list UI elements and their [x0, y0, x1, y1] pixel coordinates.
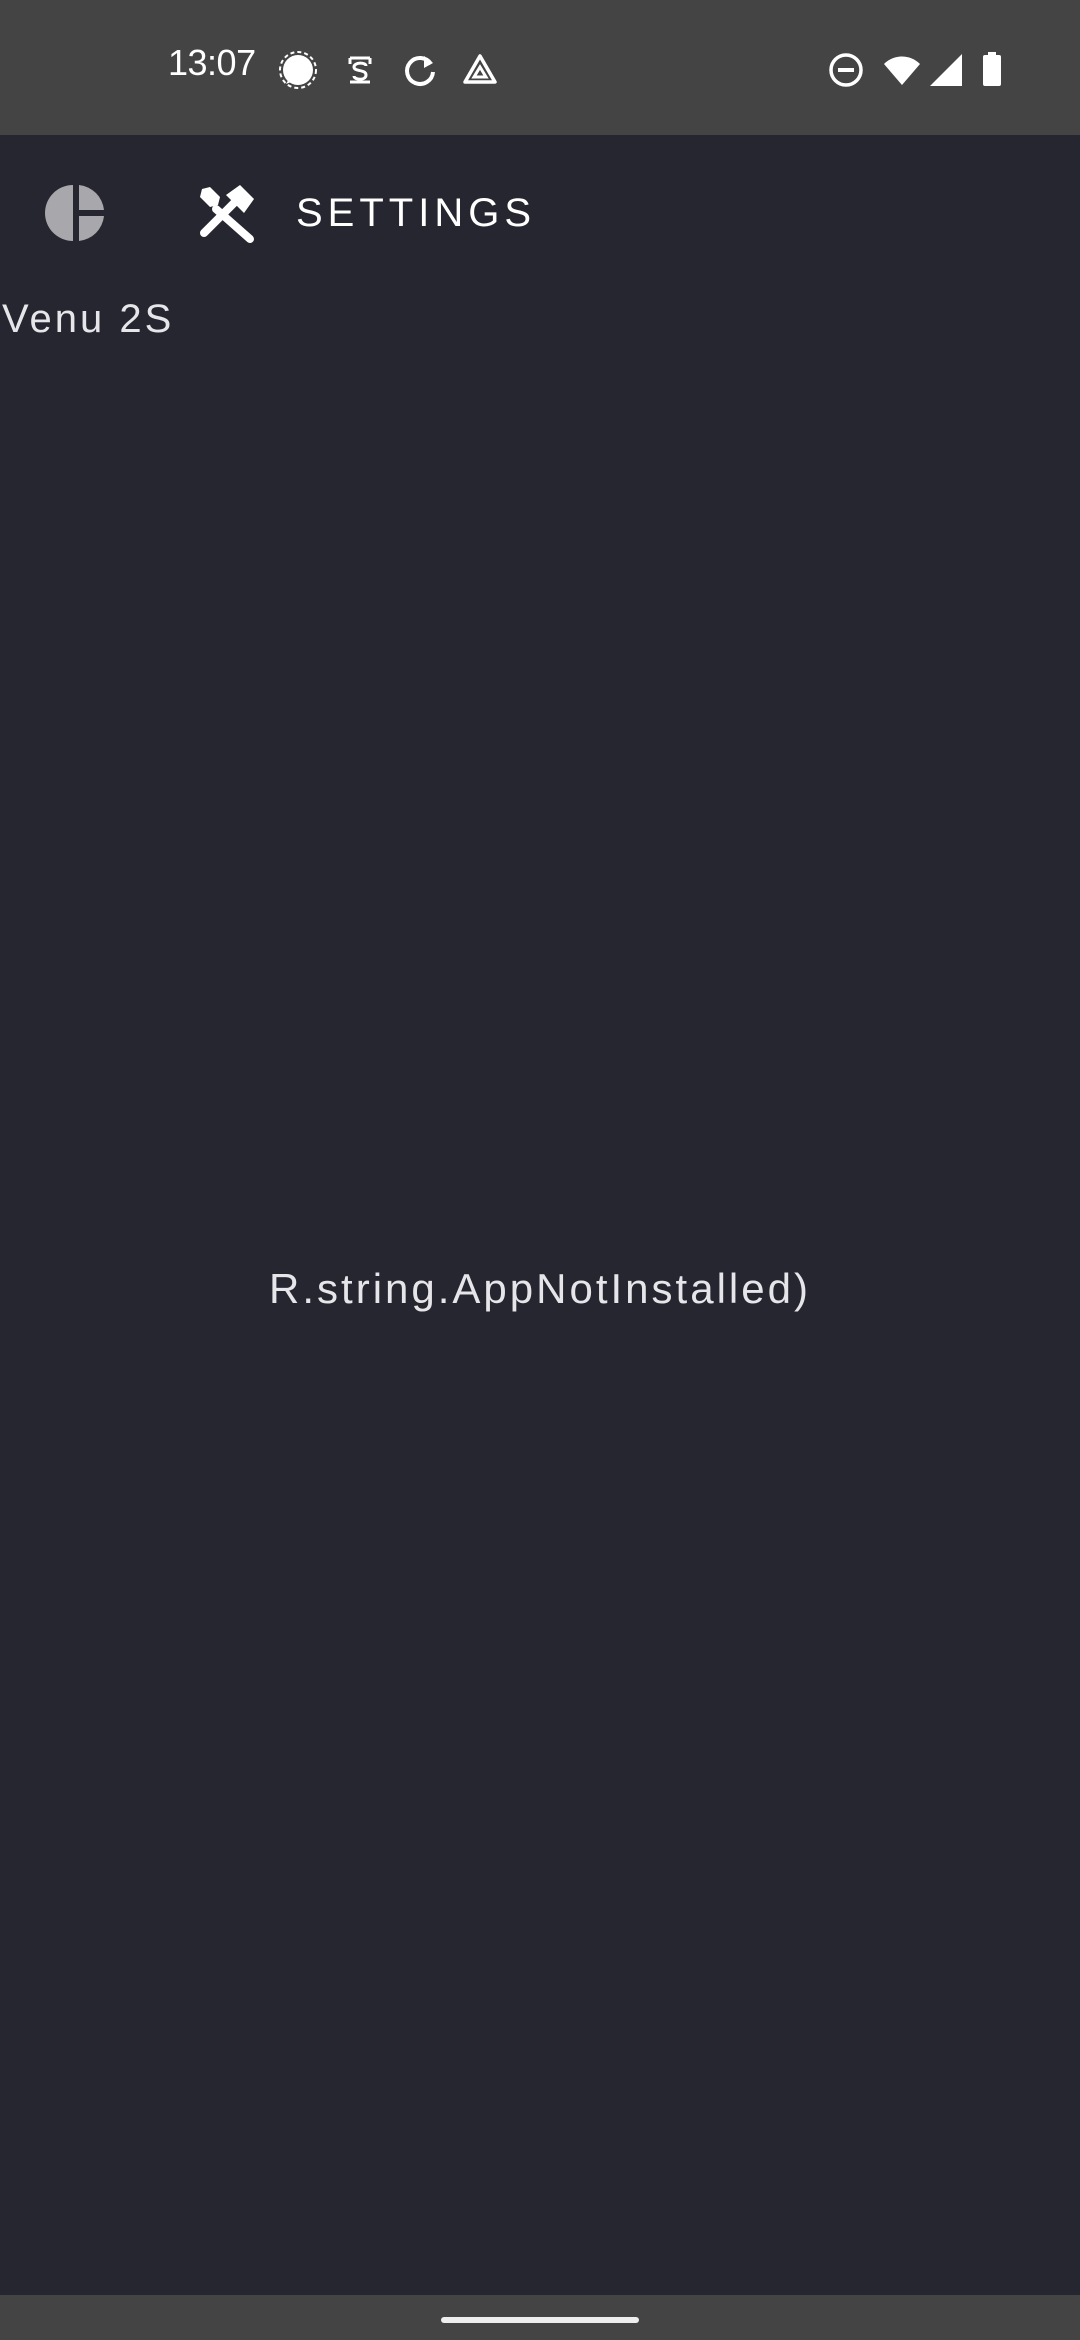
cell-signal-icon — [930, 54, 962, 86]
status-time: 13:07 — [168, 42, 256, 83]
pie-chart-icon — [45, 185, 104, 241]
authenticator-icon — [348, 56, 372, 84]
signal-messenger-icon — [279, 51, 317, 89]
status-bar: 13:07 — [0, 0, 1080, 135]
app-bar: SETTINGS — [0, 135, 1080, 285]
tab-stats[interactable] — [44, 181, 108, 245]
battery-icon — [983, 52, 1001, 86]
device-name: Venu 2S — [2, 297, 175, 341]
navigation-bar — [0, 2295, 1080, 2340]
sync-icon — [405, 56, 435, 86]
do-not-disturb-icon — [829, 53, 863, 87]
tab-settings-label: SETTINGS — [296, 190, 537, 235]
tab-settings[interactable]: SETTINGS — [196, 175, 536, 251]
drive-icon — [463, 54, 497, 84]
wifi-icon — [884, 56, 920, 85]
home-gesture-handle[interactable] — [441, 2317, 639, 2323]
app-not-installed-message: R.string.AppNotInstalled) — [269, 1265, 811, 1312]
tools-icon — [200, 185, 254, 243]
